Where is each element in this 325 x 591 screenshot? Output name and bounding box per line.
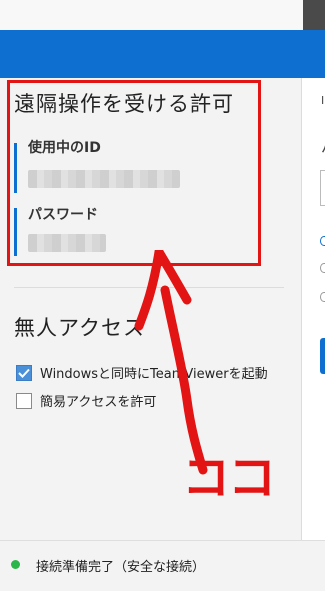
window-top-strip xyxy=(0,0,325,30)
partner-id-input[interactable] xyxy=(320,170,325,206)
red-arrow-annotation xyxy=(134,250,208,475)
start-with-windows-checkbox[interactable] xyxy=(16,364,32,381)
status-text: 接続準備完了（安全な接続） xyxy=(36,560,206,575)
easy-access-checkbox[interactable] xyxy=(16,392,32,409)
header-bar xyxy=(0,30,325,78)
status-indicator-dot xyxy=(11,560,20,569)
right-panel-fragment-2: パ xyxy=(321,136,325,157)
right-panel-fragment-1: I xyxy=(321,94,325,107)
checkmark-icon xyxy=(18,368,30,378)
window-corner xyxy=(303,0,325,30)
remote-control-radio[interactable] xyxy=(320,236,325,246)
red-highlight-box xyxy=(7,80,261,266)
connect-button[interactable] xyxy=(320,338,325,374)
file-transfer-radio[interactable] xyxy=(320,263,325,273)
vpn-radio[interactable] xyxy=(320,292,325,302)
annotation-text: ココ xyxy=(182,450,276,506)
